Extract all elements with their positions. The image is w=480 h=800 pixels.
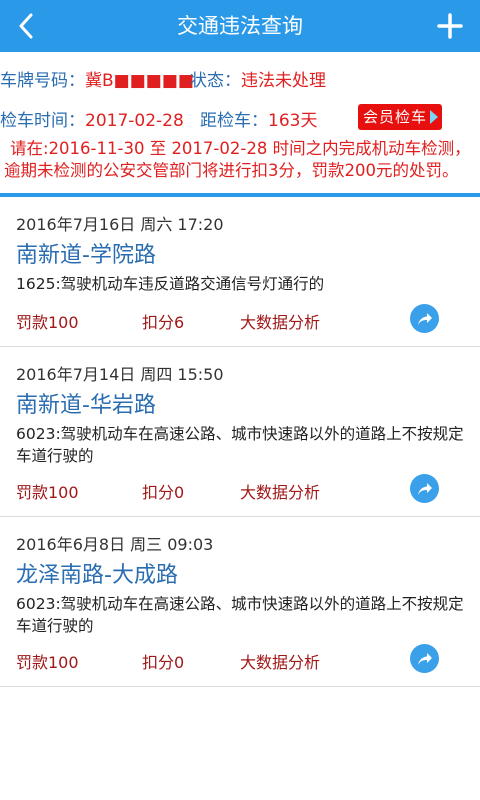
violation-datetime: 2016年7月16日 周六 17:20 [16, 215, 224, 234]
plate-label: 车牌号码： [0, 71, 85, 91]
violation-location: 龙泽南路-大成路 [16, 563, 178, 588]
violation-datetime: 2016年7月14日 周四 15:50 [16, 365, 224, 384]
big-data-analysis-link[interactable]: 大数据分析 [240, 309, 320, 333]
violation-card[interactable]: 2016年7月14日 周四 15:50 南新道-华岩路 6023:驾驶机动车在高… [0, 347, 480, 517]
status-row: 状态：违法未处理 [190, 66, 326, 91]
plus-icon [437, 13, 463, 39]
violation-location: 南新道-华岩路 [16, 393, 156, 418]
violation-points: 扣分0 [142, 653, 185, 672]
play-triangle-icon [430, 110, 438, 124]
share-button[interactable] [410, 304, 439, 333]
violation-location: 南新道-学院路 [16, 243, 156, 268]
app-header: 交通违法查询 [0, 0, 480, 52]
page-title: 交通违法查询 [177, 14, 303, 38]
countdown-row: 距检车：163天 [200, 106, 317, 131]
violation-points: 扣分6 [142, 313, 185, 332]
countdown-label: 距检车： [200, 111, 268, 131]
violation-description: 1625:驾驶机动车违反道路交通信号灯通行的 [16, 275, 325, 293]
plate-row: 车牌号码：冀B■■■■■ [0, 66, 194, 91]
violation-points: 扣分0 [142, 483, 185, 502]
violation-card[interactable]: 2016年7月16日 周六 17:20 南新道-学院路 1625:驾驶机动车违反… [0, 197, 480, 347]
share-button[interactable] [410, 644, 439, 673]
share-arrow-icon [417, 482, 432, 495]
violation-description: 6023:驾驶机动车在高速公路、城市快速路以外的道路上不按规定车道行驶的 [16, 425, 464, 465]
violation-card[interactable]: 2016年6月8日 周三 09:03 龙泽南路-大成路 6023:驾驶机动车在高… [0, 517, 480, 687]
inspection-notice: 请在:2016-11-30 至 2017-02-28 时间之内完成机动车检测，逾… [4, 139, 471, 180]
status-value: 违法未处理 [241, 71, 326, 91]
vip-inspection-button[interactable]: 会员检车 [358, 104, 442, 130]
big-data-analysis-link[interactable]: 大数据分析 [240, 649, 320, 673]
share-button[interactable] [410, 474, 439, 503]
violation-fine: 罚款100 [16, 313, 79, 332]
violation-fine: 罚款100 [16, 483, 79, 502]
vip-button-label: 会员检车 [363, 108, 428, 126]
violation-datetime: 2016年6月8日 周三 09:03 [16, 535, 214, 554]
plate-value: 冀B■■■■■ [85, 71, 194, 91]
inspect-row: 检车时间：2017-02-28 [0, 106, 184, 131]
countdown-value: 163天 [268, 111, 318, 131]
violation-fine: 罚款100 [16, 653, 79, 672]
add-button[interactable] [430, 0, 470, 52]
share-arrow-icon [417, 312, 432, 325]
inspect-label: 检车时间： [0, 111, 85, 131]
violation-description: 6023:驾驶机动车在高速公路、城市快速路以外的道路上不按规定车道行驶的 [16, 595, 464, 635]
vehicle-info-panel: 车牌号码：冀B■■■■■ 状态：违法未处理 检车时间：2017-02-28 距检… [0, 52, 480, 192]
share-arrow-icon [417, 652, 432, 665]
big-data-analysis-link[interactable]: 大数据分析 [240, 479, 320, 503]
status-label: 状态： [190, 71, 241, 91]
inspect-value: 2017-02-28 [85, 111, 184, 131]
